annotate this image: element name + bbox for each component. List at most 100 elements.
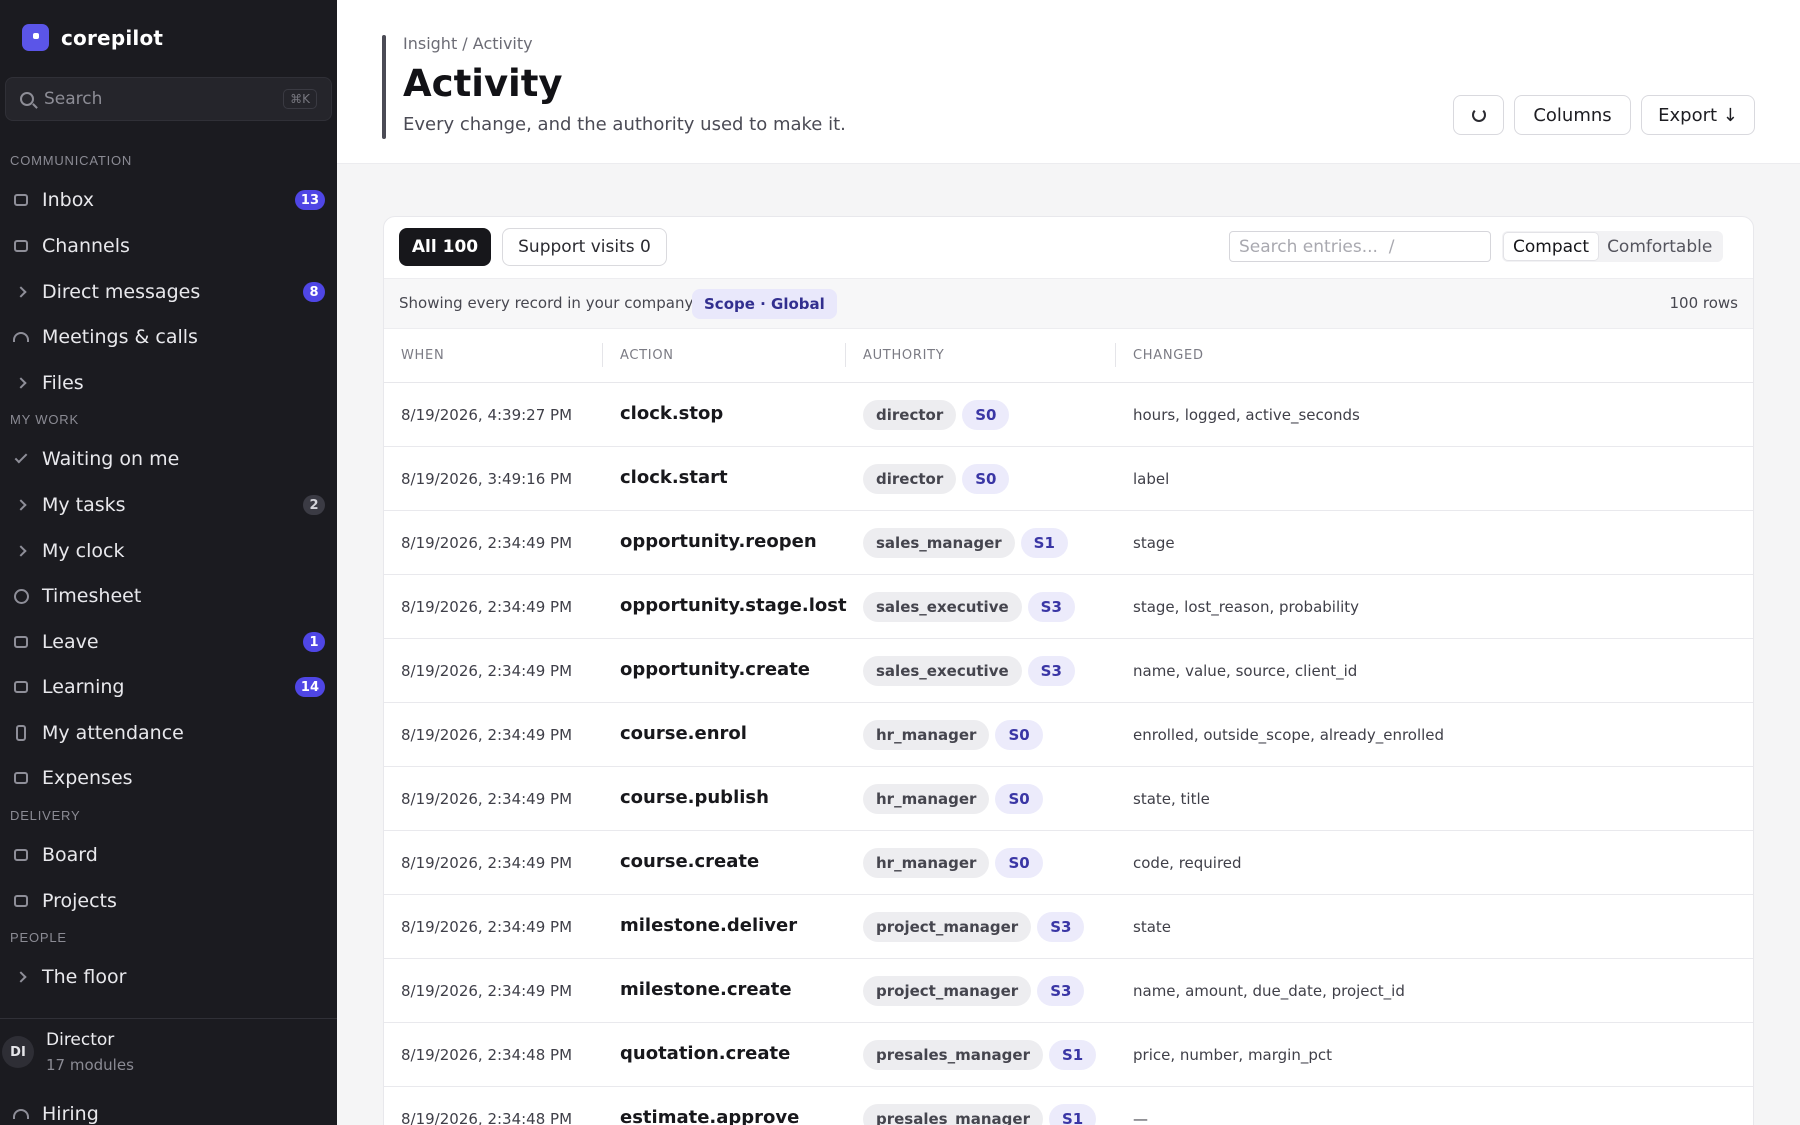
column-header-when[interactable]: WHEN bbox=[401, 348, 444, 363]
sidebar-item-label: Files bbox=[42, 372, 84, 394]
cell-when: 8/19/2026, 2:34:49 PM bbox=[401, 790, 573, 808]
table-row[interactable]: 8/19/2026, 2:34:49 PM course.enrol hr_ma… bbox=[384, 703, 1753, 767]
tab-all[interactable]: All 100 bbox=[399, 228, 491, 266]
sidebar-item-meetings[interactable]: Meetings & calls bbox=[0, 317, 337, 357]
table-row[interactable]: 8/19/2026, 2:34:49 PM opportunity.create… bbox=[384, 639, 1753, 703]
section-my-work: MY WORK bbox=[10, 412, 79, 427]
column-divider[interactable] bbox=[845, 343, 846, 367]
breadcrumb[interactable]: Insight / Activity bbox=[403, 34, 533, 53]
chevron-right-icon[interactable] bbox=[12, 496, 30, 514]
column-divider[interactable] bbox=[602, 343, 603, 367]
search-entries-input[interactable] bbox=[1229, 231, 1491, 262]
sidebar-item-inbox[interactable]: Inbox 13 bbox=[0, 180, 337, 220]
inbox-badge: 13 bbox=[294, 190, 325, 210]
page-subtitle: Every change, and the authority used to … bbox=[403, 114, 846, 135]
check-icon bbox=[12, 450, 30, 468]
brand[interactable]: corepilot bbox=[22, 24, 163, 51]
table-row[interactable]: 8/19/2026, 2:34:49 PM course.create hr_m… bbox=[384, 831, 1753, 895]
cell-changed: state, title bbox=[1133, 790, 1210, 808]
sidebar-item-hiring[interactable]: Hiring bbox=[0, 1094, 337, 1125]
level-chip: S1 bbox=[1048, 1104, 1097, 1125]
scope-badge[interactable]: Scope · Global bbox=[692, 289, 837, 319]
main: Insight / Activity Activity Every change… bbox=[337, 0, 1800, 1125]
level-chip: S3 bbox=[1037, 912, 1085, 942]
role-chip: hr_manager bbox=[863, 720, 990, 750]
cell-changed: state bbox=[1133, 918, 1171, 936]
sidebar-item-label: Meetings & calls bbox=[42, 326, 198, 348]
tasks-badge: 2 bbox=[303, 495, 325, 515]
density-comfortable[interactable]: Comfortable bbox=[1598, 233, 1721, 260]
role-chip: hr_manager bbox=[863, 784, 990, 814]
refresh-button[interactable] bbox=[1453, 95, 1504, 135]
table-row[interactable]: 8/19/2026, 2:34:49 PM milestone.create p… bbox=[384, 959, 1753, 1023]
sidebar-item-label: Timesheet bbox=[42, 585, 142, 607]
column-header-changed[interactable]: CHANGED bbox=[1133, 348, 1204, 363]
table-row[interactable]: 8/19/2026, 2:34:49 PM course.publish hr_… bbox=[384, 767, 1753, 831]
density-toggle: Compact Comfortable bbox=[1502, 231, 1724, 262]
sidebar-item-label: My clock bbox=[42, 540, 125, 562]
sidebar-item-clock[interactable]: My clock bbox=[0, 531, 337, 571]
export-button[interactable]: Export ↓ bbox=[1641, 95, 1755, 135]
search-icon bbox=[20, 92, 34, 106]
table-row[interactable]: 8/19/2026, 3:49:16 PM clock.start direct… bbox=[384, 447, 1753, 511]
sidebar-item-leave[interactable]: Leave 1 bbox=[0, 622, 337, 662]
sidebar-item-floor[interactable]: The floor bbox=[0, 957, 337, 997]
sidebar-item-timesheet[interactable]: Timesheet bbox=[0, 576, 337, 616]
chevron-right-icon[interactable] bbox=[12, 283, 30, 301]
sidebar-item-board[interactable]: Board bbox=[0, 835, 337, 875]
search-shortcut: ⌘K bbox=[283, 89, 317, 109]
card-icon bbox=[12, 769, 30, 787]
table-row[interactable]: 8/19/2026, 2:34:48 PM estimate.approve p… bbox=[384, 1087, 1753, 1125]
cell-when: 8/19/2026, 2:34:49 PM bbox=[401, 918, 573, 936]
cell-authority: presales_manager S1 bbox=[863, 1104, 1097, 1125]
density-compact[interactable]: Compact bbox=[1504, 233, 1599, 260]
section-people: PEOPLE bbox=[10, 930, 67, 945]
cell-authority: director S0 bbox=[863, 400, 1010, 430]
cell-action: course.publish bbox=[620, 787, 769, 808]
role-chip: director bbox=[863, 464, 957, 494]
sidebar-item-tasks[interactable]: My tasks 2 bbox=[0, 485, 337, 525]
cell-authority: sales_manager S1 bbox=[863, 528, 1068, 558]
level-chip: S3 bbox=[1027, 656, 1075, 686]
column-header-authority[interactable]: AUTHORITY bbox=[863, 348, 944, 363]
brand-name: corepilot bbox=[61, 25, 164, 50]
header-accent-bar bbox=[382, 35, 386, 139]
calendar-icon bbox=[12, 633, 30, 651]
chevron-right-icon[interactable] bbox=[12, 968, 30, 986]
sidebar-item-waiting[interactable]: Waiting on me bbox=[0, 439, 337, 479]
tab-support-visits[interactable]: Support visits 0 bbox=[502, 228, 667, 266]
cell-authority: director S0 bbox=[863, 464, 1010, 494]
table-row[interactable]: 8/19/2026, 4:39:27 PM clock.stop directo… bbox=[384, 383, 1753, 447]
cell-action: opportunity.reopen bbox=[620, 531, 817, 552]
cell-action: course.create bbox=[620, 851, 760, 872]
sidebar-item-label: Inbox bbox=[42, 189, 94, 211]
sidebar-item-files[interactable]: Files bbox=[0, 363, 337, 403]
sidebar-item-learning[interactable]: Learning 14 bbox=[0, 667, 337, 707]
sidebar-item-projects[interactable]: Projects bbox=[0, 881, 337, 921]
cell-action: course.enrol bbox=[620, 723, 747, 744]
sidebar-item-label: Projects bbox=[42, 890, 117, 912]
sidebar-item-direct-messages[interactable]: Direct messages 8 bbox=[0, 272, 337, 312]
table-row[interactable]: 8/19/2026, 2:34:48 PM quotation.create p… bbox=[384, 1023, 1753, 1087]
sidebar-item-attendance[interactable]: My attendance bbox=[0, 713, 337, 753]
table-row[interactable]: 8/19/2026, 2:34:49 PM milestone.deliver … bbox=[384, 895, 1753, 959]
cell-authority: project_manager S3 bbox=[863, 912, 1085, 942]
table-row[interactable]: 8/19/2026, 2:34:49 PM opportunity.stage.… bbox=[384, 575, 1753, 639]
cell-when: 8/19/2026, 2:34:49 PM bbox=[401, 662, 573, 680]
table-row[interactable]: 8/19/2026, 2:34:49 PM opportunity.reopen… bbox=[384, 511, 1753, 575]
level-chip: S1 bbox=[1020, 528, 1068, 558]
sidebar-item-label: Learning bbox=[42, 676, 125, 698]
cell-authority: hr_manager S0 bbox=[863, 720, 1043, 750]
profile[interactable]: DI Director 17 modules bbox=[0, 1030, 134, 1074]
chevron-right-icon[interactable] bbox=[12, 374, 30, 392]
column-header-action[interactable]: ACTION bbox=[620, 348, 674, 363]
column-divider[interactable] bbox=[1115, 343, 1116, 367]
sidebar-item-label: Leave bbox=[42, 631, 99, 653]
sidebar-search[interactable]: Search ⌘K bbox=[5, 77, 332, 121]
cell-when: 8/19/2026, 2:34:49 PM bbox=[401, 854, 573, 872]
chevron-right-icon[interactable] bbox=[12, 542, 30, 560]
columns-button[interactable]: Columns bbox=[1514, 95, 1631, 135]
sidebar-item-expenses[interactable]: Expenses bbox=[0, 758, 337, 798]
sidebar-item-channels[interactable]: Channels bbox=[0, 226, 337, 266]
cell-authority: sales_executive S3 bbox=[863, 656, 1075, 686]
